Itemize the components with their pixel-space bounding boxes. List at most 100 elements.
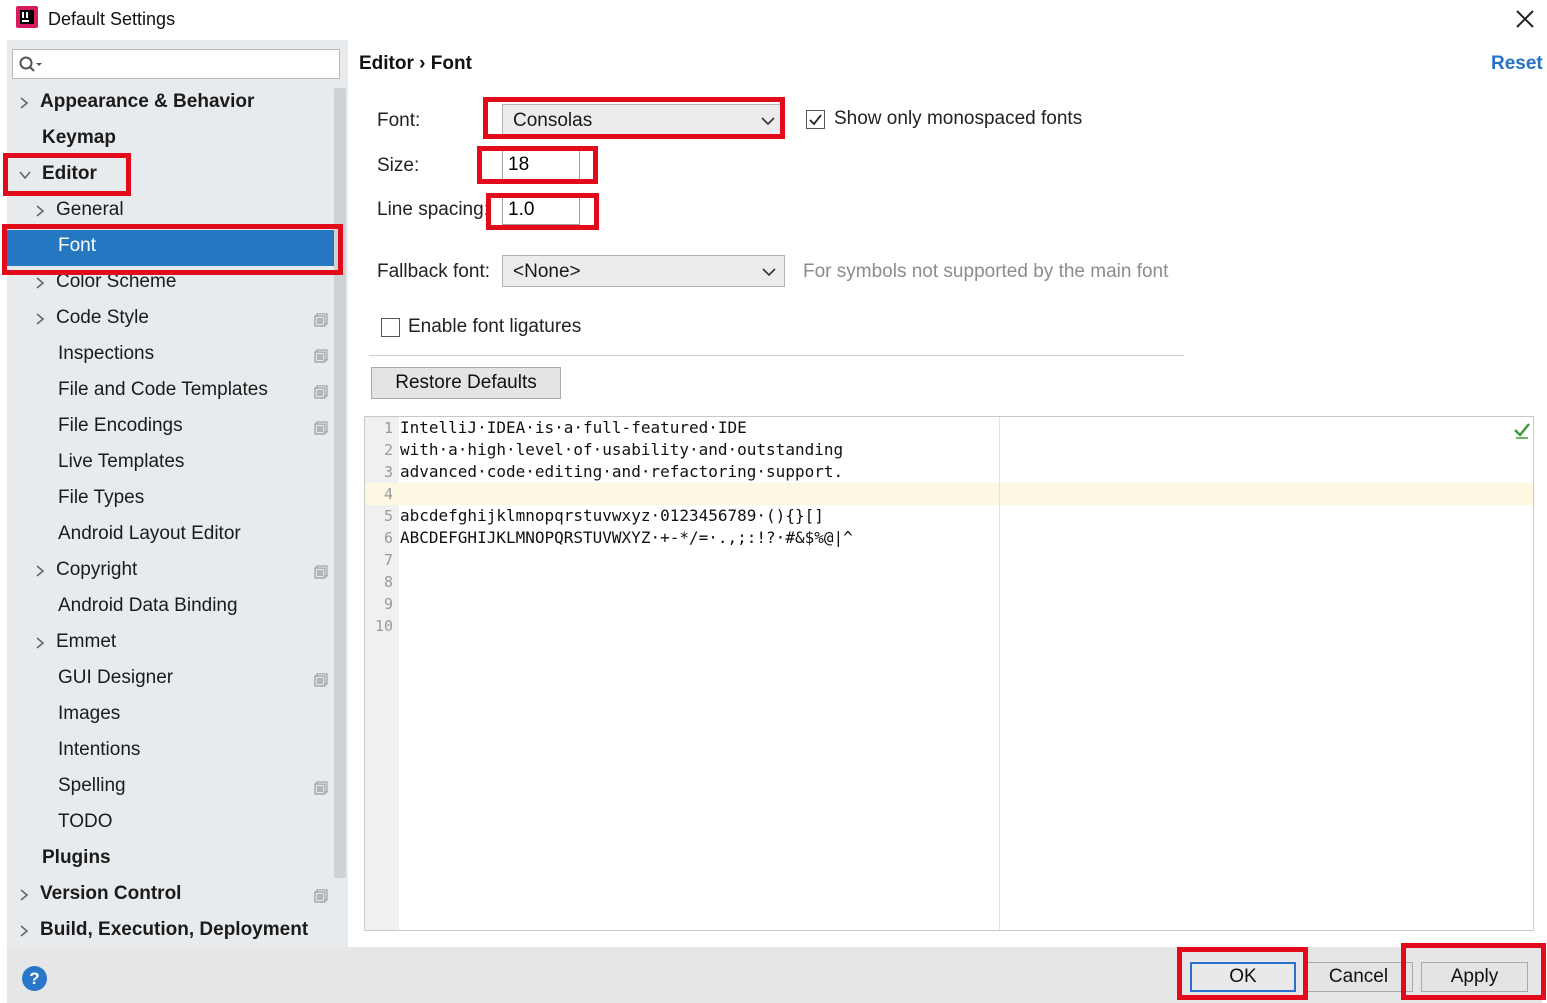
help-button[interactable]: ? [22,966,47,991]
line-number: 9 [383,595,393,613]
monospaced-label: Show only monospaced fonts [834,108,1083,129]
chevron-right-icon [36,637,45,649]
code-line: 5 abcdefghijklmnopqrstuvwxyz·0123456789·(… [365,505,1533,527]
cancel-button[interactable]: Cancel [1304,962,1413,992]
chevron-down-icon [761,117,775,126]
tree-item-todo[interactable]: TODO [7,806,334,842]
tree-item-build[interactable]: Build, Execution, Deployment [7,914,334,947]
tree-item-copyright[interactable]: Copyright [7,554,334,590]
chevron-right-icon [36,277,45,289]
tree-item-gui-designer[interactable]: GUI Designer [7,662,334,698]
tree-item-file-encodings[interactable]: File Encodings [7,410,334,446]
code-text: with·a·high·level·of·usability·and·outst… [400,440,844,459]
apply-button[interactable]: Apply [1421,962,1528,992]
line-spacing-input[interactable] [503,196,579,224]
fallback-font-label: Fallback font: [377,261,490,282]
fallback-font-select[interactable]: <None> [502,255,785,287]
tree-item-label: Images [58,703,121,724]
reset-link[interactable]: Reset [1491,53,1543,75]
search-input[interactable] [47,53,333,75]
project-scope-icon [314,673,328,687]
tree-item-live-templates[interactable]: Live Templates [7,446,334,482]
tree-item-android-data-binding[interactable]: Android Data Binding [7,590,334,626]
restore-defaults-button[interactable]: Restore Defaults [371,367,561,399]
size-input[interactable] [503,151,579,179]
tree-item-code-style[interactable]: Code Style [7,302,334,338]
size-label: Size: [377,155,420,176]
line-number: 1 [383,419,393,437]
tree-item-android-layout-editor[interactable]: Android Layout Editor [7,518,334,554]
search-icon [19,56,42,72]
tree-item-label: Plugins [42,847,111,868]
tree-item-label: Android Layout Editor [58,523,241,544]
code-line: 7 [365,549,1533,571]
code-line: 9 [365,593,1533,615]
tree-item-label: Font [58,235,97,256]
line-spacing-label: Line spacing: [377,199,489,220]
tree-item-label: Android Data Binding [58,595,238,616]
tree-item-general[interactable]: General [7,194,334,230]
title-bar: Default Settings [0,0,1547,40]
tree-item-images[interactable]: Images [7,698,334,734]
settings-search[interactable] [12,49,340,79]
tree-item-plugins[interactable]: Plugins [7,842,334,878]
window-title: Default Settings [48,9,176,29]
tree-item-file-types[interactable]: File Types [7,482,334,518]
size-field[interactable] [502,150,580,180]
tree-item-intentions[interactable]: Intentions [7,734,334,770]
tree-item-label: General [56,199,124,220]
tree-item-label: Live Templates [58,451,185,472]
close-icon[interactable] [1510,4,1540,34]
code-line: 8 [365,571,1533,593]
chevron-right-icon [36,205,45,217]
tree-item-editor[interactable]: Editor [7,158,334,194]
ligatures-label: Enable font ligatures [408,316,582,337]
line-number: 2 [383,441,393,459]
monospaced-checkbox[interactable] [806,110,825,129]
code-line: 3 advanced·code·editing·and·refactoring·s… [365,461,1533,483]
inspection-ok-icon[interactable] [1512,420,1532,440]
project-scope-icon [314,385,328,399]
tree-item-label: Color Scheme [56,271,177,292]
code-line: 2 with·a·high·level·of·usability·and·outs… [365,439,1533,461]
project-scope-icon [314,781,328,795]
tree-item-emmet[interactable]: Emmet [7,626,334,662]
code-text: advanced·code·editing·and·refactoring·su… [400,462,844,481]
tree-item-label: Spelling [58,775,126,796]
tree-item-color-scheme[interactable]: Color Scheme [7,266,334,302]
tree-item-label: Emmet [56,631,117,652]
tree-item-version-control[interactable]: Version Control [7,878,334,914]
line-number: 7 [383,551,393,569]
tree-item-label: File Types [58,487,145,508]
font-select-value: Consolas [513,110,593,131]
tree-item-label: Keymap [42,127,116,148]
line-number: 5 [383,507,393,525]
code-line: 1 IntelliJ·IDEA·is·a·full-featured·IDE [365,417,1533,439]
chevron-down-icon [19,171,31,180]
tree-item-label: Code Style [56,307,149,328]
ok-button[interactable]: OK [1190,962,1296,992]
tree-item-label: TODO [58,811,113,832]
tree-item-file-code-templates[interactable]: File and Code Templates [7,374,334,410]
ligatures-checkbox[interactable] [381,318,400,337]
breadcrumb: Editor › Font [359,53,472,74]
separator [369,355,1184,356]
code-line: 10 [365,615,1533,637]
tree-item-label: Appearance & Behavior [40,91,255,112]
line-number: 8 [383,573,393,591]
tree-item-spelling[interactable]: Spelling [7,770,334,806]
tree-item-inspections[interactable]: Inspections [7,338,334,374]
tree-item-appearance[interactable]: Appearance & Behavior [7,86,334,122]
font-select[interactable]: Consolas [502,104,784,136]
chevron-right-icon [20,925,29,937]
project-scope-icon [314,421,328,435]
project-scope-icon [314,349,328,363]
line-number: 4 [383,485,393,503]
code-line: 4 [365,483,1533,505]
tree-item-keymap[interactable]: Keymap [7,122,334,158]
tree-item-font[interactable]: Font [7,230,334,266]
line-spacing-field[interactable] [502,195,580,225]
font-preview-editor[interactable]: 1 IntelliJ·IDEA·is·a·full-featured·IDE 2 wi… [364,416,1534,931]
tree-item-label: Inspections [58,343,155,364]
sidebar-scrollbar[interactable] [334,88,346,878]
